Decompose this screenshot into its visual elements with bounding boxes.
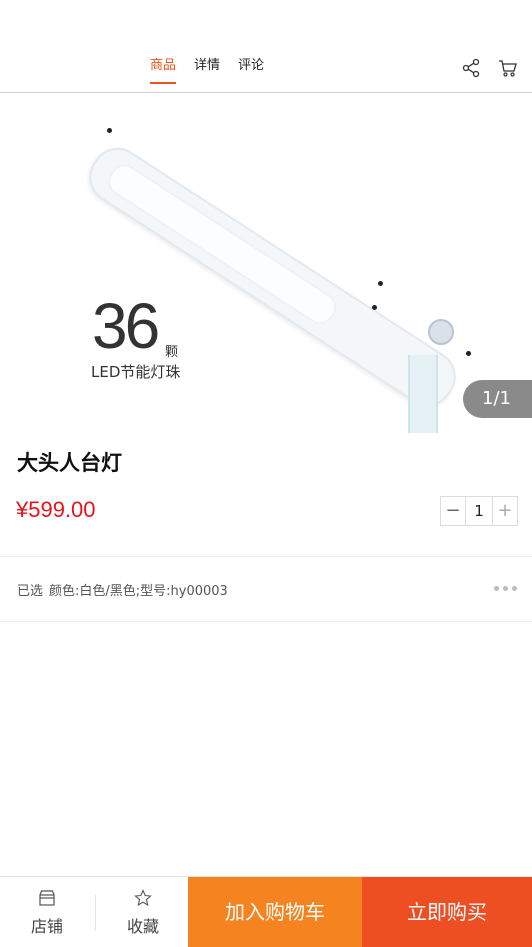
tab-product[interactable]: 商品 [150, 54, 177, 84]
store-button[interactable]: 店铺 [0, 877, 94, 947]
image-text-unit: 颗 [165, 345, 179, 360]
lamp-dot [107, 128, 112, 133]
star-icon [134, 889, 152, 907]
lamp-stand [408, 355, 438, 433]
spec-label: 已选 [17, 584, 44, 599]
lamp-dot [378, 281, 383, 286]
increase-button[interactable]: + [493, 497, 517, 525]
quantity-stepper: − 1 + [440, 496, 518, 526]
share-icon[interactable] [461, 58, 481, 78]
product-image-gallery[interactable]: 36 颗 LED节能灯珠 1/1 [0, 93, 532, 433]
divider [0, 621, 532, 622]
buy-now-button[interactable]: 立即购买 [362, 877, 532, 947]
favorite-button[interactable]: 收藏 [96, 877, 190, 947]
quantity-value[interactable]: 1 [465, 497, 493, 525]
image-text-sub: LED节能灯珠 [91, 363, 181, 381]
product-price: ¥599.00 [16, 497, 96, 522]
add-to-cart-button[interactable]: 加入购物车 [188, 877, 362, 947]
cart-icon[interactable] [498, 58, 518, 78]
more-icon[interactable] [494, 586, 517, 591]
lamp-dot [372, 305, 377, 310]
image-text-number: 36 [92, 290, 160, 362]
lamp-knob [428, 319, 454, 345]
favorite-label: 收藏 [126, 917, 159, 936]
lamp-dot [466, 351, 471, 356]
image-pager: 1/1 [463, 380, 532, 418]
product-title: 大头人台灯 [17, 451, 122, 475]
spec-selector-row[interactable]: 已选 颜色:白色/黑色;型号:hy00003 [0, 558, 532, 620]
decrease-button[interactable]: − [441, 497, 465, 525]
spec-value: 颜色:白色/黑色;型号:hy00003 [49, 584, 228, 599]
bottom-action-bar: 店铺 收藏 加入购物车 立即购买 [0, 876, 532, 947]
tab-reviews[interactable]: 评论 [238, 54, 264, 83]
store-icon [39, 890, 55, 906]
top-header: 商品 详情 评论 [0, 0, 532, 93]
tab-bar: 商品 详情 评论 [150, 54, 264, 84]
tab-details[interactable]: 详情 [194, 54, 220, 83]
divider [0, 556, 532, 557]
store-label: 店铺 [30, 917, 63, 936]
